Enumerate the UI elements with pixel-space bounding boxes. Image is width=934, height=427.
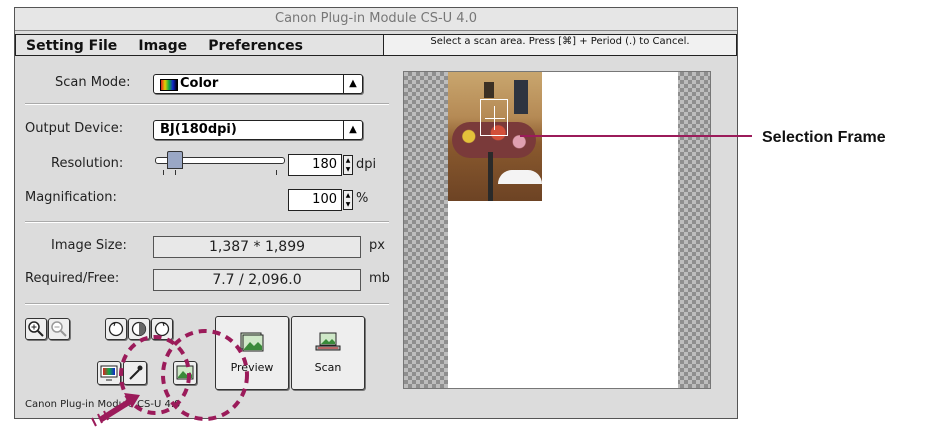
preview-image xyxy=(448,72,542,201)
divider xyxy=(25,303,389,305)
slider-thumb[interactable] xyxy=(167,151,183,169)
menu-bar: Setting File Image Preferences xyxy=(15,34,383,56)
resolution-unit: dpi xyxy=(356,157,377,172)
chevron-updown-icon: ▲ xyxy=(343,75,362,93)
output-device-select[interactable]: BJ(180dpi) ▲ xyxy=(153,120,363,140)
menu-setting-file[interactable]: Setting File xyxy=(26,36,117,56)
preview-area[interactable] xyxy=(403,71,711,389)
footer-module-name: Canon Plug-in Module CS-U 4.0 xyxy=(25,399,181,410)
flip-icon[interactable] xyxy=(128,318,150,340)
scan-button[interactable]: Scan xyxy=(291,316,365,390)
building-window xyxy=(514,80,528,114)
resolution-stepper[interactable]: ▲ ▼ xyxy=(343,155,353,175)
zoom-in-icon[interactable] xyxy=(25,318,47,340)
post xyxy=(488,152,493,201)
output-device-value: BJ(180dpi) xyxy=(160,122,237,137)
scan-label: Scan xyxy=(314,361,342,374)
divider xyxy=(25,221,389,223)
color-mode-icon xyxy=(160,79,178,91)
magnification-field[interactable]: 100 xyxy=(288,189,342,211)
scan-mode-select[interactable]: Color ▲ xyxy=(153,74,363,94)
slider-tick xyxy=(175,170,176,175)
magnification-label: Magnification: xyxy=(25,190,117,205)
zoom-out-icon[interactable] xyxy=(48,318,70,340)
scan-icon xyxy=(314,331,342,353)
image-size-value: 1,387 * 1,899 xyxy=(153,236,361,258)
output-device-label: Output Device: xyxy=(25,121,124,136)
image-adjust-icon[interactable] xyxy=(173,361,197,385)
chevron-updown-icon: ▲ xyxy=(343,121,362,139)
rotate-left-icon[interactable] xyxy=(105,318,127,340)
slider-ticks xyxy=(163,170,277,175)
rotate-right-icon[interactable] xyxy=(151,318,173,340)
required-free-label: Required/Free: xyxy=(25,271,120,286)
image-size-unit: px xyxy=(369,238,385,253)
status-message: Select a scan area. Press [⌘] + Period (… xyxy=(383,34,737,56)
resolution-label: Resolution: xyxy=(51,156,124,171)
image-size-label: Image Size: xyxy=(51,238,127,253)
resolution-slider[interactable] xyxy=(155,151,285,175)
magnification-stepper[interactable]: ▲ ▼ xyxy=(343,190,353,210)
menu-preferences[interactable]: Preferences xyxy=(208,36,303,56)
eyedropper-icon[interactable] xyxy=(123,361,147,385)
required-free-unit: mb xyxy=(369,271,390,286)
preview-button[interactable]: Preview xyxy=(215,316,289,390)
selection-frame[interactable] xyxy=(480,99,508,136)
umbrella xyxy=(498,170,542,184)
divider xyxy=(25,103,389,105)
menu-image[interactable]: Image xyxy=(138,36,187,56)
magnification-unit: % xyxy=(356,191,369,206)
scan-mode-label: Scan Mode: xyxy=(55,75,131,90)
preview-label: Preview xyxy=(230,361,274,374)
crosshair-h xyxy=(485,118,505,119)
window-title: Canon Plug-in Module CS-U 4.0 xyxy=(15,8,737,31)
plugin-window: Canon Plug-in Module CS-U 4.0 Setting Fi… xyxy=(14,7,738,419)
scan-mode-value: Color xyxy=(180,76,219,91)
lamp xyxy=(484,82,494,98)
motion-line xyxy=(91,417,97,427)
preview-page xyxy=(448,72,678,388)
resolution-field[interactable]: 180 xyxy=(288,154,342,176)
selection-frame-callout: Selection Frame xyxy=(762,129,886,146)
required-free-value: 7.7 / 2,096.0 xyxy=(153,269,361,291)
preview-icon xyxy=(239,331,265,353)
color-settings-icon[interactable] xyxy=(97,361,121,385)
